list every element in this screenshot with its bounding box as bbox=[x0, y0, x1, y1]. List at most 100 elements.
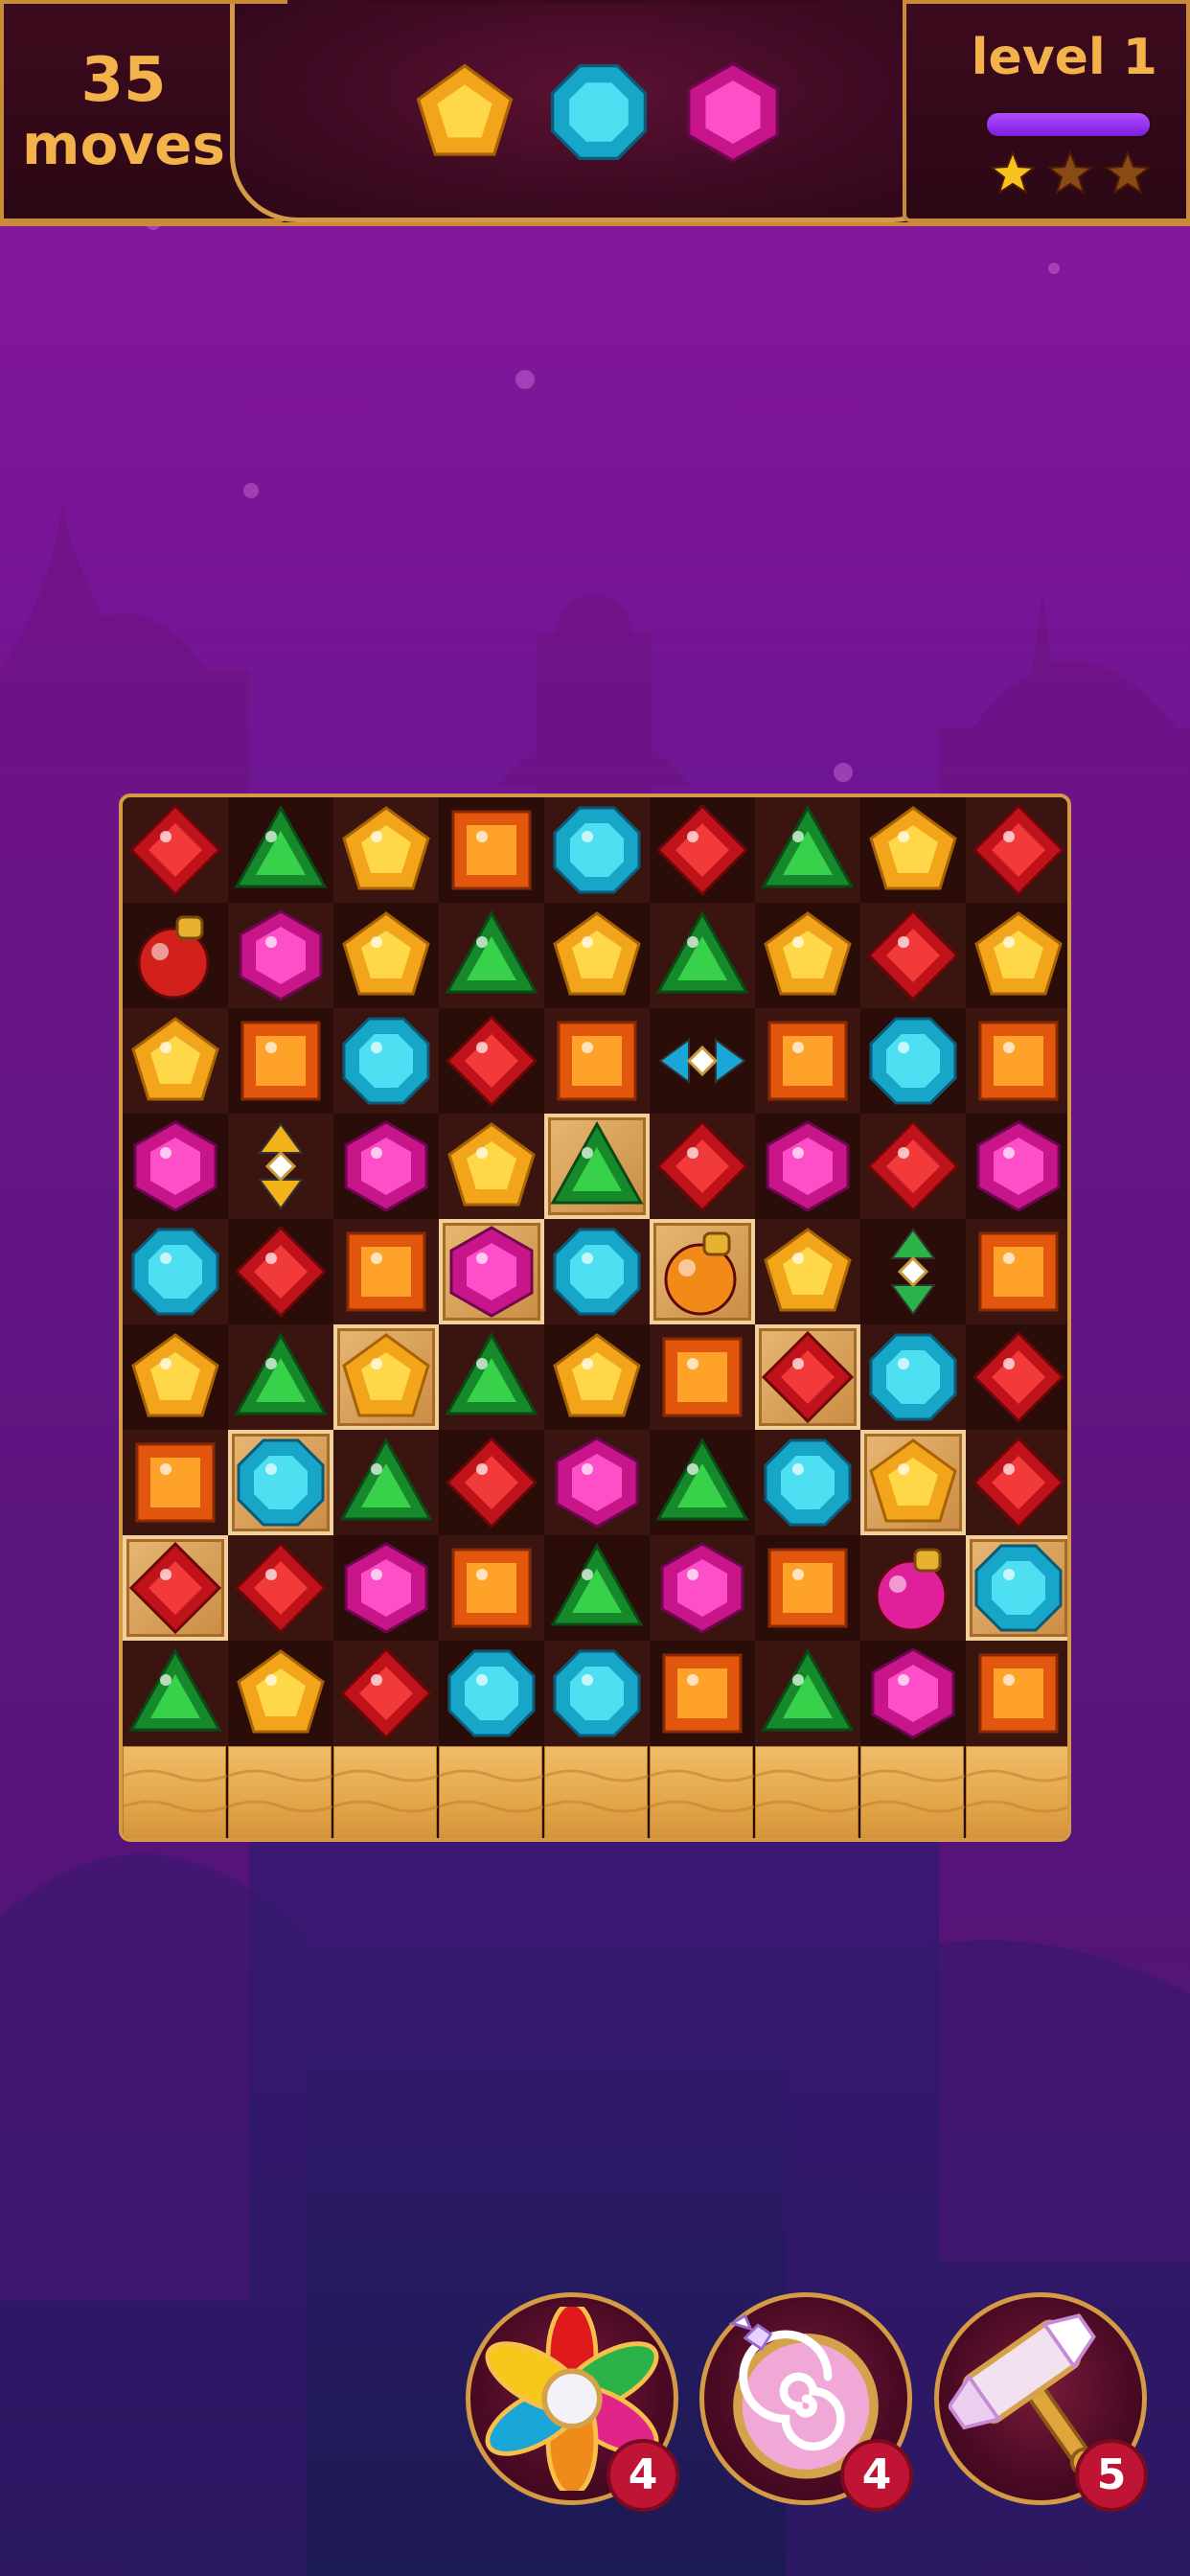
board-cell[interactable] bbox=[544, 1430, 650, 1535]
board-cell[interactable] bbox=[544, 1535, 650, 1641]
board-cell[interactable] bbox=[228, 1008, 333, 1114]
board-cell[interactable] bbox=[755, 1535, 860, 1641]
red-diamond-gem-icon bbox=[234, 1225, 328, 1319]
board-cell[interactable] bbox=[650, 1114, 755, 1219]
board-cell[interactable] bbox=[860, 903, 966, 1008]
red-diamond-gem-icon bbox=[445, 1436, 538, 1530]
board-cell[interactable] bbox=[650, 797, 755, 903]
board-cell[interactable] bbox=[755, 903, 860, 1008]
board-cell[interactable] bbox=[755, 1430, 860, 1535]
green-triangle-gem-icon bbox=[445, 1331, 538, 1415]
board-cell-framed-tile[interactable] bbox=[228, 1430, 333, 1535]
board-cell[interactable] bbox=[860, 1114, 966, 1219]
board-cell[interactable] bbox=[966, 797, 1067, 903]
flower-jewel-booster-button[interactable]: 4 bbox=[466, 2292, 679, 2512]
board-cell[interactable] bbox=[860, 1641, 966, 1746]
board-cell[interactable] bbox=[123, 1114, 228, 1219]
orange-square-gem-icon bbox=[662, 1337, 743, 1417]
board-cell[interactable] bbox=[228, 1535, 333, 1641]
board-cell[interactable] bbox=[333, 1114, 439, 1219]
board-cell[interactable] bbox=[439, 1324, 544, 1430]
board-cell[interactable] bbox=[544, 1219, 650, 1324]
board-cell[interactable] bbox=[123, 1219, 228, 1324]
board-cell[interactable] bbox=[439, 1430, 544, 1535]
board-cell[interactable] bbox=[333, 1641, 439, 1746]
board-cell[interactable] bbox=[123, 1324, 228, 1430]
board-cell-framed-tile[interactable] bbox=[123, 1535, 228, 1641]
board-cell[interactable] bbox=[228, 797, 333, 903]
board-cell[interactable] bbox=[123, 1008, 228, 1114]
board-cell[interactable] bbox=[123, 797, 228, 903]
board-cell[interactable] bbox=[755, 1219, 860, 1324]
sand-block bbox=[439, 1746, 544, 1838]
board-cell[interactable] bbox=[860, 1008, 966, 1114]
board-cell[interactable] bbox=[333, 1430, 439, 1535]
board-cell[interactable] bbox=[228, 1114, 333, 1219]
yellow-pentagon-gem-icon bbox=[131, 1017, 219, 1101]
level-label: level 1 bbox=[971, 29, 1157, 86]
board-cell[interactable] bbox=[966, 1219, 1067, 1324]
board-cell[interactable] bbox=[650, 1008, 755, 1114]
red-diamond-gem-icon bbox=[234, 1541, 328, 1635]
board-cell[interactable] bbox=[860, 1324, 966, 1430]
board-cell-framed-tile[interactable] bbox=[650, 1219, 755, 1324]
board-cell[interactable] bbox=[439, 797, 544, 903]
board-cell[interactable] bbox=[860, 797, 966, 903]
board-cell[interactable] bbox=[123, 1430, 228, 1535]
green-triangle-gem-icon bbox=[655, 909, 749, 994]
board-cell[interactable] bbox=[333, 797, 439, 903]
board-cell[interactable] bbox=[439, 1008, 544, 1114]
board-cell[interactable] bbox=[966, 903, 1067, 1008]
board-cell[interactable] bbox=[650, 1535, 755, 1641]
star-empty-icon bbox=[1104, 150, 1152, 196]
board-cell[interactable] bbox=[650, 903, 755, 1008]
board-cell-framed-tile[interactable] bbox=[860, 1430, 966, 1535]
board-cell[interactable] bbox=[228, 903, 333, 1008]
board-cell[interactable] bbox=[966, 1008, 1067, 1114]
board-cell[interactable] bbox=[860, 1535, 966, 1641]
board-cell[interactable] bbox=[755, 797, 860, 903]
board-cell[interactable] bbox=[544, 1641, 650, 1746]
board-cell[interactable] bbox=[123, 903, 228, 1008]
board-cell-framed-tile[interactable] bbox=[544, 1114, 650, 1219]
green-triangle-gem-icon bbox=[339, 1437, 433, 1521]
board-cell[interactable] bbox=[228, 1641, 333, 1746]
board-cell[interactable] bbox=[333, 903, 439, 1008]
board-cell[interactable] bbox=[860, 1219, 966, 1324]
board-cell[interactable] bbox=[439, 1114, 544, 1219]
board-cell[interactable] bbox=[966, 1324, 1067, 1430]
board-cell[interactable] bbox=[650, 1324, 755, 1430]
green-triangle-gem-icon bbox=[761, 1647, 855, 1732]
sand-block bbox=[228, 1746, 333, 1838]
board-cell-framed-tile[interactable] bbox=[755, 1324, 860, 1430]
board-cell[interactable] bbox=[650, 1641, 755, 1746]
red-diamond-gem-icon bbox=[972, 1330, 1065, 1424]
board-cell[interactable] bbox=[650, 1430, 755, 1535]
board-cell[interactable] bbox=[755, 1641, 860, 1746]
board-cell[interactable] bbox=[333, 1219, 439, 1324]
board-cell-framed-tile[interactable] bbox=[439, 1219, 544, 1324]
board-cell[interactable] bbox=[333, 1008, 439, 1114]
green-triangle-gem-icon bbox=[234, 804, 328, 888]
board-cell[interactable] bbox=[123, 1641, 228, 1746]
board-cell[interactable] bbox=[755, 1114, 860, 1219]
board-cell[interactable] bbox=[544, 1008, 650, 1114]
board-cell-framed-tile[interactable] bbox=[333, 1324, 439, 1430]
board-cell[interactable] bbox=[228, 1219, 333, 1324]
game-board[interactable] bbox=[119, 794, 1071, 1842]
board-cell[interactable] bbox=[439, 903, 544, 1008]
board-cell[interactable] bbox=[544, 1324, 650, 1430]
board-cell[interactable] bbox=[755, 1008, 860, 1114]
board-cell[interactable] bbox=[544, 903, 650, 1008]
board-cell[interactable] bbox=[439, 1535, 544, 1641]
board-cell[interactable] bbox=[966, 1641, 1067, 1746]
board-cell[interactable] bbox=[966, 1430, 1067, 1535]
board-cell[interactable] bbox=[228, 1324, 333, 1430]
board-cell[interactable] bbox=[439, 1641, 544, 1746]
swirl-orb-booster-button[interactable]: 4 bbox=[699, 2292, 913, 2512]
crystal-hammer-booster-button[interactable]: 5 bbox=[934, 2292, 1148, 2512]
board-cell[interactable] bbox=[966, 1114, 1067, 1219]
board-cell-framed-tile[interactable] bbox=[966, 1535, 1067, 1641]
board-cell[interactable] bbox=[333, 1535, 439, 1641]
board-cell[interactable] bbox=[544, 797, 650, 903]
